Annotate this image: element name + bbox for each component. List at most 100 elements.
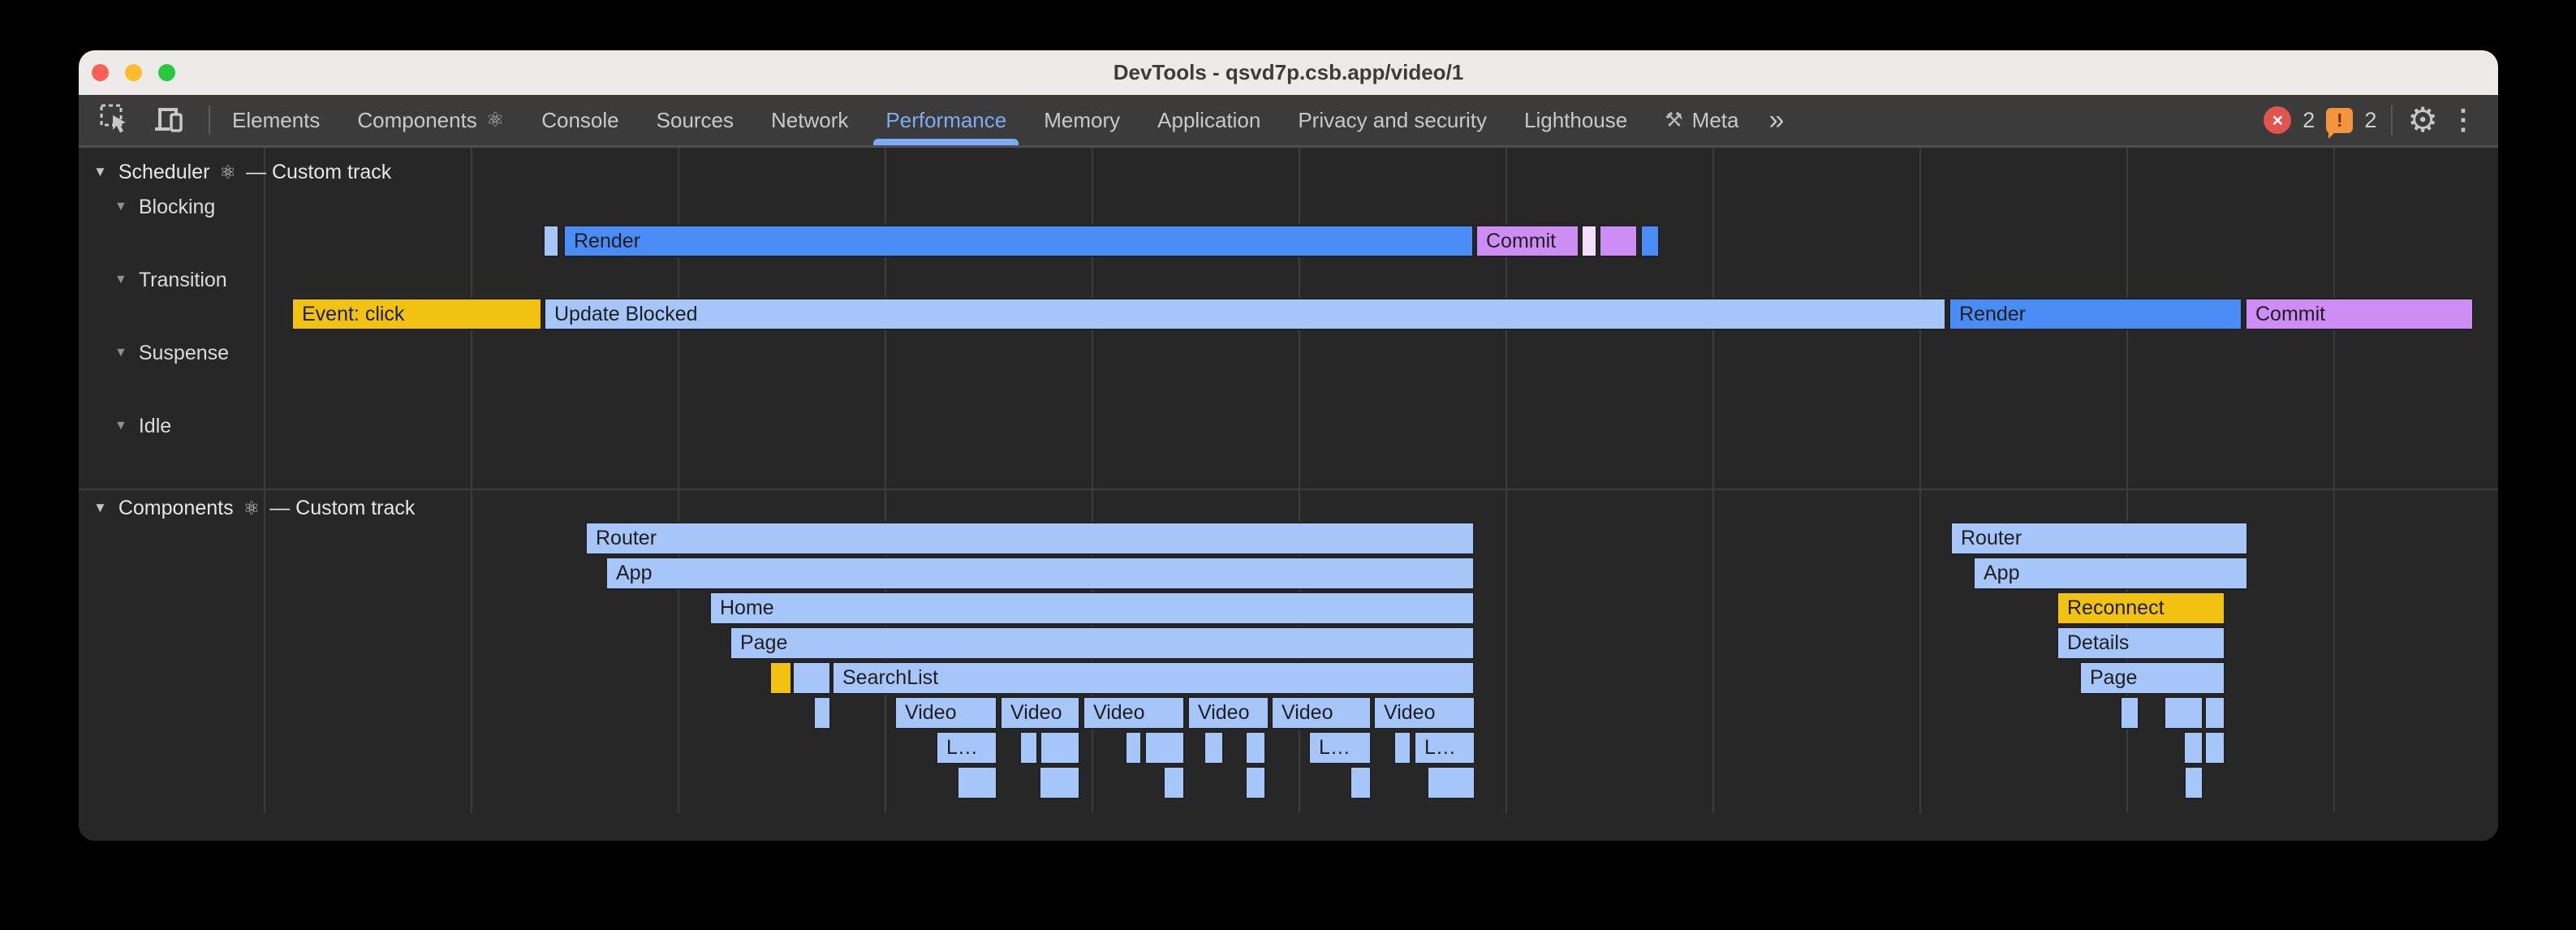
flame-bar[interactable] <box>2164 696 2203 730</box>
error-count-icon[interactable]: × <box>2264 106 2291 134</box>
toolbar-spacer <box>1795 95 2264 145</box>
flame-bar[interactable] <box>1427 766 1475 799</box>
flame-bar-render[interactable]: Render <box>563 225 1474 257</box>
tab-meta[interactable]: ⚒Meta <box>1646 95 1757 145</box>
flame-bar-app[interactable]: App <box>1973 557 2248 590</box>
flame-bar-video[interactable]: Video <box>1000 696 1080 730</box>
tab-performance[interactable]: Performance <box>867 95 1025 145</box>
tab-label: Application <box>1157 108 1260 133</box>
disclosure-triangle-icon: ▼ <box>114 200 127 214</box>
tab-label: Lighthouse <box>1524 108 1627 133</box>
kebab-menu-icon[interactable]: ⋮ <box>2449 106 2477 134</box>
flame-bar[interactable] <box>1204 731 1224 764</box>
settings-gear-icon[interactable]: ⚙ <box>2407 103 2438 137</box>
flame-bar-app[interactable]: App <box>605 557 1475 590</box>
track-name: Components <box>118 497 234 520</box>
flame-bar[interactable] <box>1039 766 1080 799</box>
track-header-components[interactable]: ▼Components⚛— Custom track <box>93 495 415 521</box>
flame-bar[interactable] <box>1640 225 1660 257</box>
flame-bar-searchlist[interactable]: SearchList <box>832 661 1475 695</box>
tab-elements[interactable]: Elements <box>213 95 338 145</box>
flame-bar-video[interactable]: Video <box>1187 696 1269 730</box>
flame-bar[interactable] <box>813 696 831 730</box>
tab-label: Network <box>771 108 848 133</box>
lane-name: Transition <box>139 269 227 292</box>
lane-name: Blocking <box>139 196 216 219</box>
react-atom-icon: ⚛ <box>219 161 236 183</box>
more-tabs-button[interactable]: » <box>1757 95 1795 145</box>
lane-label-blocking[interactable]: ▼ Blocking <box>114 195 215 219</box>
flame-bar[interactable] <box>1350 766 1372 799</box>
flame-bar[interactable] <box>1599 225 1638 257</box>
flame-bar-page[interactable]: Page <box>730 626 1475 660</box>
flame-bar-video[interactable]: Video <box>1373 696 1475 730</box>
track-divider <box>79 489 2498 490</box>
flame-bar[interactable] <box>1125 731 1142 764</box>
flame-bar-commit[interactable]: Commit <box>2245 298 2474 330</box>
issues-count[interactable]: 2 <box>2364 108 2376 133</box>
tools-icon: ⚒ <box>1665 108 1682 132</box>
error-count[interactable]: 2 <box>2302 108 2315 133</box>
flame-bar[interactable] <box>2204 696 2225 730</box>
flame-bar-home[interactable]: Home <box>709 592 1475 625</box>
flame-bar[interactable] <box>2184 766 2203 799</box>
flame-bar-l[interactable]: L… <box>936 731 997 764</box>
tab-sources[interactable]: Sources <box>638 95 752 145</box>
flame-bar[interactable] <box>957 766 997 799</box>
window-titlebar[interactable]: DevTools - qsvd7p.csb.app/video/1 <box>79 50 2498 95</box>
tab-application[interactable]: Application <box>1139 95 1279 145</box>
tab-components[interactable]: Components⚛ <box>338 95 523 145</box>
flame-bar[interactable] <box>1144 731 1185 764</box>
tab-network[interactable]: Network <box>752 95 867 145</box>
inspect-element-button[interactable] <box>98 104 131 136</box>
lane-label-suspense[interactable]: ▼Suspense <box>114 341 229 365</box>
flame-bar-video[interactable]: Video <box>894 696 997 730</box>
flame-bar[interactable] <box>2204 731 2225 764</box>
performance-panel[interactable]: ▼ Scheduler ⚛ — Custom track ▼ Blocking Render… <box>79 148 2498 841</box>
flame-bar[interactable] <box>1245 731 1266 764</box>
flame-bar-page[interactable]: Page <box>2079 661 2225 695</box>
flame-bar-router[interactable]: Router <box>1950 522 2248 555</box>
track-suffix: — Custom track <box>269 497 415 520</box>
flame-bar[interactable] <box>1163 766 1185 799</box>
flame-bar-router[interactable]: Router <box>585 522 1475 555</box>
flame-bar[interactable] <box>769 661 792 695</box>
track-name: Scheduler <box>118 161 210 184</box>
tab-lighthouse[interactable]: Lighthouse <box>1506 95 1646 145</box>
devtools-window: DevTools - qsvd7p.csb.app/video/1 <box>79 50 2498 841</box>
flame-bar-render[interactable]: Render <box>1949 298 2242 330</box>
flame-bar-l[interactable]: L… <box>1414 731 1475 764</box>
flame-bar-event-click[interactable]: Event: click <box>291 298 542 330</box>
flame-bar-video[interactable]: Video <box>1271 696 1372 730</box>
flame-bar[interactable] <box>1019 731 1038 764</box>
react-atom-icon: ⚛ <box>243 497 261 519</box>
lane-name: Idle <box>139 415 171 438</box>
flame-bar-commit[interactable]: Commit <box>1475 225 1579 257</box>
issues-icon[interactable]: ! <box>2326 108 2353 133</box>
device-toolbar-button[interactable] <box>152 104 184 136</box>
tab-privacy-and-security[interactable]: Privacy and security <box>1279 95 1506 145</box>
tab-console[interactable]: Console <box>523 95 637 145</box>
flame-bar[interactable] <box>1581 225 1597 257</box>
flame-bar-video[interactable]: Video <box>1083 696 1185 730</box>
track-header-scheduler[interactable]: ▼Scheduler⚛— Custom track <box>93 159 391 185</box>
lane-label-idle[interactable]: ▼Idle <box>114 414 171 438</box>
flame-bar-update-blocked[interactable]: Update Blocked <box>544 298 1946 330</box>
flame-bar-l[interactable]: L… <box>1308 731 1372 764</box>
flame-bar[interactable] <box>2120 696 2139 730</box>
tab-memory[interactable]: Memory <box>1025 95 1139 145</box>
flame-bar-reconnect[interactable]: Reconnect <box>2057 592 2225 625</box>
lane-label-transition[interactable]: ▼Transition <box>114 268 227 292</box>
grid-line <box>2333 148 2335 813</box>
tab-label: Elements <box>232 108 320 133</box>
device-toolbar-icon <box>152 103 184 138</box>
flame-bar[interactable] <box>1040 731 1080 764</box>
flame-bar[interactable] <box>2183 731 2203 764</box>
flame-bar[interactable] <box>1394 731 1411 764</box>
flame-bar[interactable] <box>1245 766 1266 799</box>
disclosure-triangle-icon: ▼ <box>114 346 127 360</box>
flame-bar-details[interactable]: Details <box>2057 626 2225 660</box>
flame-bar[interactable] <box>792 661 831 695</box>
flame-bar[interactable] <box>543 225 559 257</box>
track-suffix: — Custom track <box>246 161 391 184</box>
